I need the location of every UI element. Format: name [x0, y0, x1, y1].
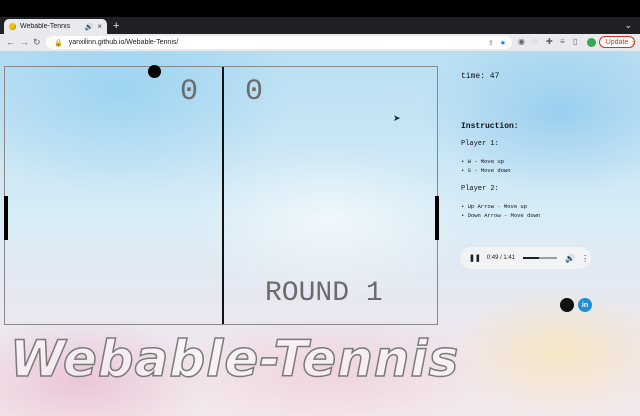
reload-icon[interactable]: ↻: [33, 36, 41, 48]
round-label: ROUND 1: [265, 278, 383, 309]
page-background: 0 0 ROUND 1 ➤ time: 47 Instruction: Play…: [0, 52, 640, 416]
timer-text: time: 47: [461, 72, 500, 81]
back-icon[interactable]: ←: [6, 36, 15, 48]
list-item: Up Arrow - Move up: [461, 202, 540, 211]
list-item: S - Move down: [461, 166, 511, 175]
browser-toolbar: ← → ↻ 🔒 yanxilinn.github.io/Webable-Tenn…: [0, 34, 640, 52]
audio-player[interactable]: ❚❚ 0:49 / 1:41 🔊 ⋮: [460, 247, 591, 269]
extensions-puzzle-icon[interactable]: ✚: [546, 37, 553, 46]
new-tab-button[interactable]: +: [113, 20, 119, 32]
bookmark-star-icon[interactable]: ★: [500, 39, 506, 47]
address-bar[interactable]: 🔒 yanxilinn.github.io/Webable-Tennis/ ⇪ …: [46, 36, 512, 49]
browser-tab-bar: Webable-Tennis 🔊 × + ⌄: [0, 0, 640, 34]
left-score: 0: [180, 75, 199, 109]
volume-icon[interactable]: 🔊: [565, 254, 575, 263]
menu-dots-icon[interactable]: ⋮: [629, 37, 637, 46]
github-icon[interactable]: [560, 298, 574, 312]
extension-icon-2[interactable]: ◌: [532, 37, 537, 46]
profile-avatar[interactable]: [587, 38, 596, 47]
url-text[interactable]: yanxilinn.github.io/Webable-Tennis/: [69, 39, 179, 46]
mouse-cursor-icon: ➤: [393, 113, 401, 123]
list-item: W - Move up: [461, 157, 511, 166]
ball: [148, 65, 161, 78]
right-paddle: [435, 196, 439, 240]
list-item: Down Arrow - Move down: [461, 211, 541, 220]
audio-progress-bar[interactable]: [523, 257, 558, 259]
player2-title: Player 2:: [461, 185, 499, 193]
extension-icon[interactable]: ◉: [518, 37, 525, 46]
instruction-title: Instruction:: [461, 122, 519, 131]
more-options-icon[interactable]: ⋮: [581, 254, 589, 263]
forward-icon[interactable]: →: [20, 36, 29, 48]
pause-icon[interactable]: ❚❚: [469, 254, 481, 262]
lock-icon: 🔒: [54, 39, 63, 47]
share-icon[interactable]: ⇪: [488, 39, 494, 47]
browser-tab[interactable]: Webable-Tennis 🔊 ×: [4, 19, 107, 34]
linkedin-icon[interactable]: in: [578, 298, 592, 312]
brand-logo-text: Webable-Tennis: [9, 329, 460, 389]
audio-progress-fill: [523, 257, 540, 259]
tab-title: Webable-Tennis: [20, 23, 71, 30]
player2-controls: Up Arrow - Move up Down Arrow - Move dow…: [461, 202, 541, 220]
reading-list-icon[interactable]: ≡: [560, 37, 565, 46]
player1-title: Player 1:: [461, 140, 499, 148]
court-center-line: [222, 67, 224, 324]
tab-close-icon[interactable]: ×: [97, 22, 102, 31]
right-score: 0: [245, 75, 264, 109]
audio-time: 0:49 / 1:41: [486, 255, 516, 261]
tennis-court: 0 0 ROUND 1: [4, 65, 439, 325]
tennis-ball-favicon-icon: [9, 23, 16, 30]
player1-controls: W - Move up S - Move down: [461, 157, 511, 175]
tab-search-icon[interactable]: ⌄: [624, 20, 632, 31]
speaker-icon[interactable]: 🔊: [85, 23, 94, 31]
left-paddle: [4, 196, 8, 240]
window-top-strip: [0, 0, 640, 17]
side-panel-icon[interactable]: ▯: [573, 37, 577, 46]
